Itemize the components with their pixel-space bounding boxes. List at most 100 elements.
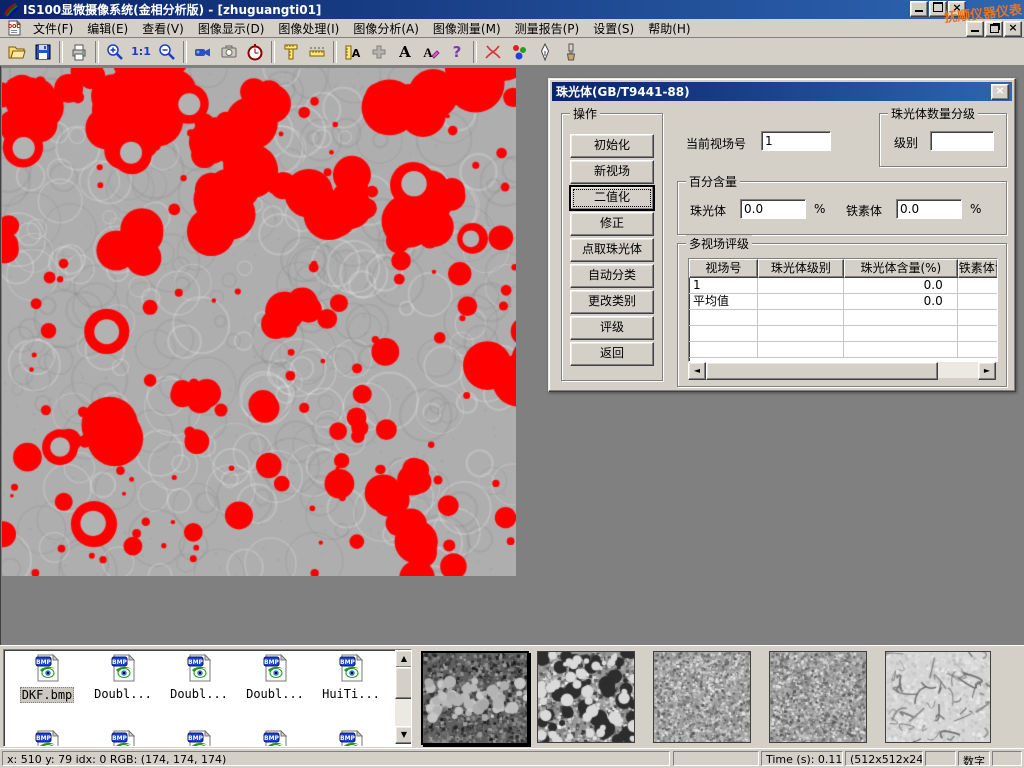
- menu-item-help[interactable]: 帮助(H): [641, 18, 697, 39]
- menu-item-file[interactable]: 文件(F): [26, 18, 80, 39]
- menu-item-image-display[interactable]: 图像显示(D): [191, 18, 272, 39]
- dialog-title-bar[interactable]: 珠光体(GB/T9441-88) ×: [552, 82, 1012, 101]
- measure-label-button[interactable]: A: [340, 40, 366, 64]
- print-button[interactable]: [66, 40, 92, 64]
- mdi-restore-button[interactable]: [985, 21, 1003, 37]
- dialog-close-button[interactable]: ×: [991, 84, 1009, 100]
- pearlite-dialog: 珠光体(GB/T9441-88) × 操作 初始化 新视场 二值化 修正 点取珠…: [548, 78, 1016, 392]
- grade-button[interactable]: 评级: [570, 316, 654, 340]
- binarize-button[interactable]: 二值化: [570, 186, 654, 210]
- timer-button[interactable]: [242, 40, 268, 64]
- menu-item-image-analysis[interactable]: 图像分析(A): [346, 18, 426, 39]
- file-item-clipped[interactable]: BMP: [10, 730, 84, 747]
- document-icon[interactable]: DOC: [6, 20, 22, 36]
- ruler-measure-button[interactable]: [304, 40, 330, 64]
- zoom-in-button[interactable]: [102, 40, 128, 64]
- mdi-close-button[interactable]: ×: [1004, 21, 1022, 37]
- menu-item-measure-report[interactable]: 测量报告(P): [508, 18, 587, 39]
- zoom-out-button[interactable]: [154, 40, 180, 64]
- thumbnail-2[interactable]: [537, 651, 635, 743]
- return-button[interactable]: 返回: [570, 342, 654, 366]
- photo-capture-button[interactable]: [216, 40, 242, 64]
- cell-content: 0.0: [844, 278, 958, 294]
- annotate-button[interactable]: A: [418, 40, 444, 64]
- toolbar: 1:1 A A A ?: [0, 38, 1024, 66]
- mdi-minimize-button[interactable]: [966, 21, 984, 37]
- change-class-button[interactable]: 更改类别: [570, 290, 654, 314]
- pad-cross-button[interactable]: [366, 40, 392, 64]
- help-button[interactable]: ?: [444, 40, 470, 64]
- thumbnail-4[interactable]: [769, 651, 867, 743]
- auto-classify-button[interactable]: 自动分类: [570, 264, 654, 288]
- zoom-in-icon: [105, 42, 125, 62]
- dialog-title: 珠光体(GB/T9441-88): [556, 83, 690, 100]
- thumbnail-1[interactable]: [421, 651, 529, 745]
- scroll-down-arrow[interactable]: ▼: [395, 726, 412, 744]
- brush-tool-button[interactable]: [558, 40, 584, 64]
- menu-item-settings[interactable]: 设置(S): [586, 18, 641, 39]
- table-row-empty: [689, 326, 997, 342]
- open-button[interactable]: [4, 40, 30, 64]
- col-header-ferrite-content[interactable]: 铁素体含量(%): [958, 259, 997, 278]
- close-button[interactable]: ×: [948, 1, 966, 17]
- table-horizontal-scrollbar[interactable]: ◄ ►: [688, 362, 996, 378]
- col-header-pearlite-grade[interactable]: 珠光体级别: [758, 259, 844, 278]
- percent-group: 百分含量 珠光体 % 铁素体 %: [677, 181, 1007, 235]
- file-item-clipped[interactable]: BMP: [314, 730, 388, 747]
- actual-size-button[interactable]: 1:1: [128, 40, 154, 64]
- file-item-clipped[interactable]: BMP: [238, 730, 312, 747]
- classify-button[interactable]: [506, 40, 532, 64]
- specimen-image[interactable]: [2, 68, 516, 576]
- file-item[interactable]: BMP Doubl...: [238, 654, 312, 701]
- text-tool-button[interactable]: A: [392, 40, 418, 64]
- col-header-pearlite-content[interactable]: 珠光体含量(%): [844, 259, 958, 278]
- scroll-right-arrow[interactable]: ►: [978, 362, 996, 380]
- grade-input[interactable]: [930, 131, 994, 151]
- ferrite-input[interactable]: [896, 199, 962, 219]
- current-field-input[interactable]: [761, 131, 831, 151]
- initialize-button[interactable]: 初始化: [570, 134, 654, 158]
- file-item[interactable]: BMP Doubl...: [162, 654, 236, 701]
- maximize-button[interactable]: [929, 1, 947, 17]
- file-item[interactable]: BMP Doubl...: [86, 654, 160, 701]
- menu-item-image-processing[interactable]: 图像处理(I): [271, 18, 346, 39]
- minimize-button[interactable]: [910, 1, 928, 17]
- scrollbar-thumb[interactable]: [395, 667, 412, 699]
- menu-item-edit[interactable]: 编辑(E): [80, 18, 135, 39]
- toolbar-separator: [473, 41, 477, 63]
- table-row[interactable]: 1 0.0: [689, 278, 997, 294]
- thumbnail-3[interactable]: [653, 651, 751, 743]
- scrollbar-thumb[interactable]: [706, 362, 938, 380]
- pen-tool-button[interactable]: [532, 40, 558, 64]
- save-button[interactable]: [30, 40, 56, 64]
- scroll-up-arrow[interactable]: ▲: [395, 650, 412, 668]
- pearlite-input[interactable]: [740, 199, 806, 219]
- toolbar-separator: [95, 41, 99, 63]
- menu-item-image-measure[interactable]: 图像测量(M): [426, 18, 508, 39]
- file-list-scrollbar[interactable]: ▲ ▼: [395, 650, 411, 744]
- bmp-file-icon: BMP: [338, 671, 364, 685]
- thumbnail-5[interactable]: [885, 651, 991, 743]
- caliper-measure-button[interactable]: [278, 40, 304, 64]
- pick-pearlite-button[interactable]: 点取珠光体: [570, 238, 654, 262]
- menu-item-view[interactable]: 查看(V): [135, 18, 191, 39]
- file-name: DKF.bmp: [20, 687, 75, 703]
- file-name: Doubl...: [169, 687, 229, 701]
- bmp-file-icon: BMP: [186, 671, 212, 685]
- file-item-clipped[interactable]: BMP: [162, 730, 236, 747]
- window-controls: ×: [910, 1, 966, 17]
- file-list[interactable]: BMP DKF.bmp BMP Doubl... BMP: [3, 649, 412, 747]
- grading-table[interactable]: 视场号 珠光体级别 珠光体含量(%) 铁素体含量(%) 1 0.0 平均值 0.…: [688, 258, 998, 362]
- correct-button[interactable]: 修正: [570, 212, 654, 236]
- file-item-clipped[interactable]: BMP: [86, 730, 160, 747]
- cell-grade: [758, 294, 844, 310]
- video-capture-button[interactable]: [190, 40, 216, 64]
- curve-tool-button[interactable]: [480, 40, 506, 64]
- colored-balls-icon: [509, 42, 529, 62]
- file-item[interactable]: BMP HuiTi...: [314, 654, 388, 701]
- scroll-left-arrow[interactable]: ◄: [688, 362, 706, 380]
- col-header-field-no[interactable]: 视场号: [689, 259, 758, 278]
- table-row[interactable]: 平均值 0.0: [689, 294, 997, 310]
- file-item[interactable]: BMP DKF.bmp: [10, 654, 84, 703]
- new-field-button[interactable]: 新视场: [570, 160, 654, 184]
